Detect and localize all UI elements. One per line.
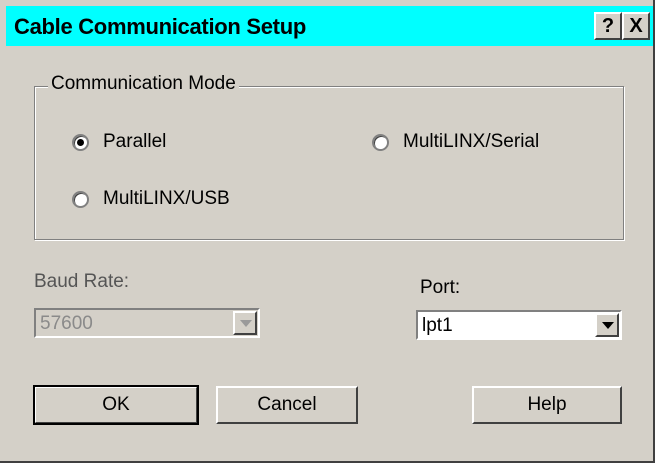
- radio-multilinx-usb[interactable]: MultiLINX/USB: [72, 188, 230, 210]
- cancel-button[interactable]: Cancel: [216, 386, 358, 424]
- radio-parallel[interactable]: Parallel: [72, 131, 166, 153]
- radio-unselected-icon[interactable]: [72, 190, 89, 208]
- radio-unselected-icon[interactable]: [372, 133, 389, 151]
- port-select[interactable]: lpt1: [416, 310, 622, 340]
- baud-rate-label: Baud Rate:: [34, 271, 130, 292]
- help-button[interactable]: Help: [472, 386, 622, 424]
- baud-rate-value: 57600: [40, 313, 93, 334]
- radio-selected-icon[interactable]: [72, 133, 89, 151]
- title-bar[interactable]: Cable Communication Setup ? X: [6, 6, 653, 46]
- port-dropdown-button[interactable]: [595, 313, 619, 337]
- radio-multilinx-serial[interactable]: MultiLINX/Serial: [372, 131, 539, 153]
- baud-rate-select[interactable]: 57600: [34, 308, 260, 338]
- radio-multilinx-usb-label: MultiLINX/USB: [103, 188, 230, 209]
- communication-mode-group: [34, 86, 624, 240]
- chevron-down-icon: [602, 322, 614, 329]
- cable-communication-setup-dialog: Cable Communication Setup ? X Communicat…: [0, 0, 655, 463]
- port-label: Port:: [420, 277, 461, 298]
- radio-multilinx-serial-label: MultiLINX/Serial: [403, 131, 540, 152]
- chevron-down-icon: [240, 320, 252, 327]
- close-button[interactable]: X: [622, 12, 650, 40]
- ok-button[interactable]: OK: [33, 385, 199, 425]
- help-question-button[interactable]: ?: [594, 12, 622, 40]
- port-value: lpt1: [422, 315, 453, 336]
- baud-rate-dropdown-button[interactable]: [233, 311, 257, 335]
- communication-mode-legend: Communication Mode: [48, 73, 239, 95]
- window-title: Cable Communication Setup: [14, 14, 306, 39]
- radio-parallel-label: Parallel: [103, 131, 167, 152]
